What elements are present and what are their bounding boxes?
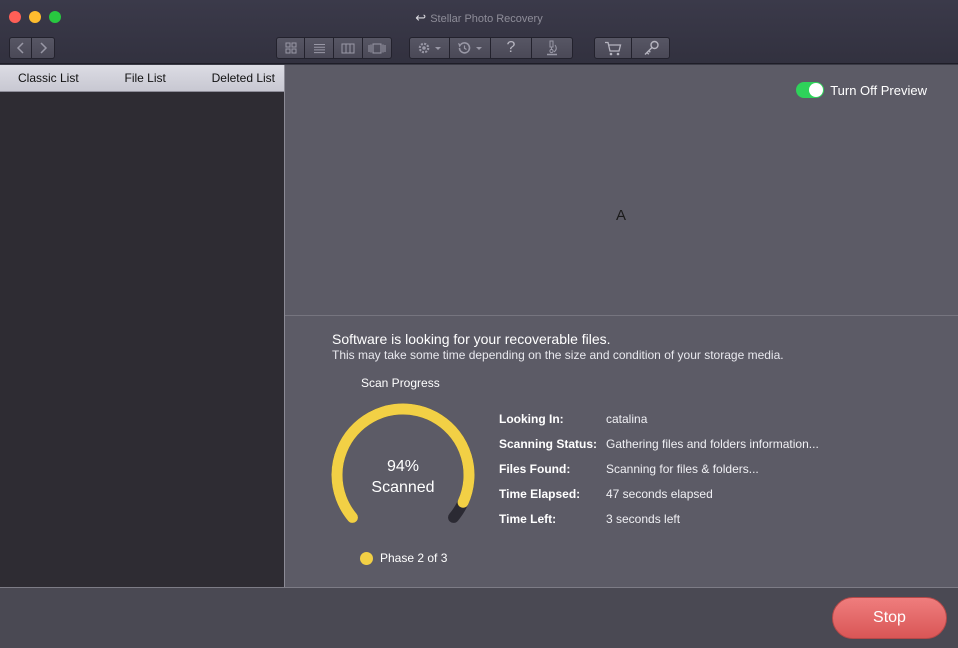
detail-value: 47 seconds elapsed [606, 487, 713, 501]
gear-icon [418, 42, 441, 54]
buy-button[interactable] [594, 37, 632, 59]
detail-value: 3 seconds left [606, 512, 681, 526]
grid-view-icon [285, 42, 296, 54]
bottom-bar: Stop [0, 587, 958, 648]
help-icon: ? [506, 39, 516, 56]
view-tabs: Classic List File List Deleted List [0, 65, 284, 92]
left-panel: Classic List File List Deleted List [0, 65, 284, 587]
forward-button[interactable] [32, 37, 55, 59]
activate-button[interactable] [632, 37, 670, 59]
grid-view-button[interactable] [276, 37, 305, 59]
detail-row-looking-in: Looking In: catalina [499, 412, 647, 426]
detail-row-scanning-status: Scanning Status: Gathering files and fol… [499, 437, 819, 451]
progress-scanned-label: Scanned [371, 479, 435, 496]
detail-key: Time Left: [499, 512, 557, 526]
key-icon [644, 40, 659, 55]
phase-dot [360, 551, 373, 565]
detail-row-files-found: Files Found: Scanning for files & folder… [499, 462, 759, 476]
detail-key: Looking In: [499, 412, 564, 426]
cart-icon [605, 41, 622, 55]
microscope-icon [547, 40, 557, 56]
detail-value: Gathering files and folders information.… [606, 437, 819, 451]
detail-key: Time Elapsed: [499, 487, 581, 501]
tab-file-list[interactable]: File List [124, 71, 165, 85]
phase-label: Phase 2 of 3 [380, 551, 448, 565]
toggle-knob [809, 83, 824, 97]
scan-status-panel: Software is looking for your recoverable… [285, 316, 958, 587]
action-group: ? [409, 37, 573, 59]
chevron-down-icon [434, 47, 441, 50]
column-view-icon [341, 43, 355, 53]
detail-value: Scanning for files & folders... [606, 462, 759, 476]
back-button[interactable] [9, 37, 32, 59]
tab-classic-list[interactable]: Classic List [18, 71, 79, 85]
settings-button[interactable] [409, 37, 450, 59]
detail-value: catalina [606, 412, 648, 426]
coverflow-view-button[interactable] [363, 37, 392, 59]
gauge-text: 94% Scanned [328, 456, 478, 498]
scan-progress-label: Scan Progress [361, 376, 440, 390]
list-view-button[interactable] [305, 37, 334, 59]
column-view-button[interactable] [334, 37, 363, 59]
nav-group [9, 37, 55, 59]
history-button[interactable] [450, 37, 491, 59]
title-bar: ↩ Stellar Photo Recovery ? [0, 0, 958, 64]
detail-key: Scanning Status: [499, 437, 598, 451]
detail-row-time-elapsed: Time Elapsed: 47 seconds elapsed [499, 487, 713, 501]
preview-toggle-label: Turn Off Preview [830, 82, 927, 98]
back-arrow-icon: ↩ [415, 10, 427, 25]
tab-deleted-list[interactable]: Deleted List [212, 71, 275, 85]
scan-message-title: Software is looking for your recoverable… [332, 331, 611, 347]
preview-pane: Turn Off Preview A [285, 65, 958, 316]
microscope-button[interactable] [532, 37, 573, 59]
window-title: ↩ Stellar Photo Recovery [0, 10, 958, 26]
phase-indicator: Phase 2 of 3 [360, 551, 447, 565]
detail-key: Files Found: [499, 462, 571, 476]
history-icon [458, 42, 482, 54]
window-title-text: Stellar Photo Recovery [430, 13, 543, 25]
help-button[interactable]: ? [491, 37, 532, 59]
stop-button[interactable]: Stop [832, 597, 947, 639]
preview-toggle-row: Turn Off Preview [796, 82, 927, 98]
scan-message-subtitle: This may take some time depending on the… [332, 348, 784, 362]
coverflow-view-icon [368, 43, 386, 53]
store-group [594, 37, 670, 59]
detail-row-time-left: Time Left: 3 seconds left [499, 512, 680, 526]
list-view-icon [313, 43, 325, 53]
view-mode-group [276, 37, 392, 59]
chevron-right-icon [40, 42, 48, 54]
chevron-left-icon [16, 42, 24, 54]
progress-percent: 94% [386, 458, 420, 475]
preview-placeholder-icon: A [616, 207, 627, 224]
preview-toggle[interactable] [796, 82, 825, 98]
